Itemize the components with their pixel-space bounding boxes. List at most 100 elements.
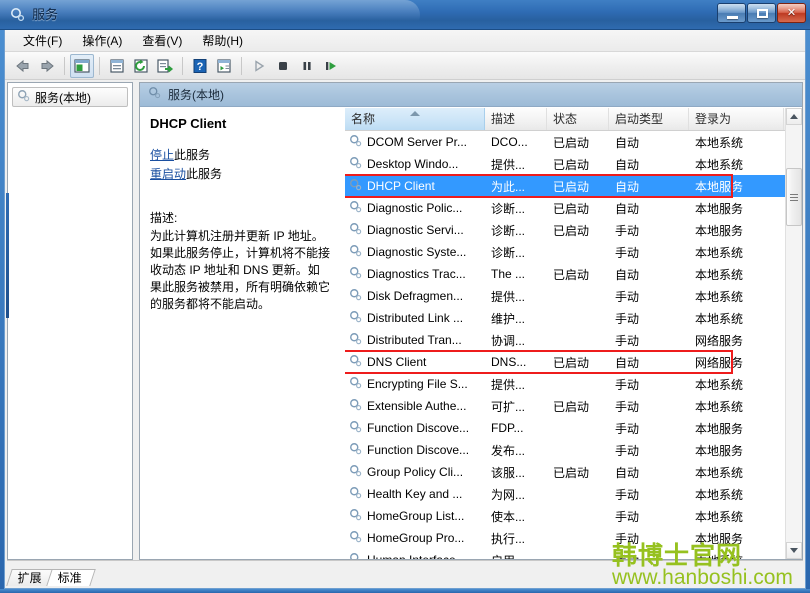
help-icon[interactable]: ?	[188, 54, 212, 78]
cell-status: 已启动	[553, 157, 590, 172]
properties-icon[interactable]	[105, 54, 129, 78]
column-header-label: 状态	[553, 112, 578, 126]
cell-name: Function Discove...	[345, 420, 485, 437]
stop-service-action[interactable]: 停止此服务	[150, 147, 330, 164]
service-name-label: Disk Defragmen...	[367, 289, 464, 303]
cell-desc: DCO...	[491, 135, 528, 149]
table-row[interactable]: Distributed Tran... 协调... 手动 网络服务	[345, 329, 785, 351]
tab-standard[interactable]: 标准	[46, 569, 96, 586]
vertical-scrollbar[interactable]	[785, 108, 802, 559]
table-row[interactable]: Diagnostic Servi... 诊断... 已启动 手动 本地服务	[345, 219, 785, 241]
export-list-icon[interactable]	[153, 54, 177, 78]
start-service-icon[interactable]	[247, 54, 271, 78]
cell-startup: 手动	[615, 509, 640, 524]
service-name-label: Diagnostics Trac...	[367, 267, 466, 281]
show-console-tree-icon[interactable]	[70, 53, 94, 78]
table-row[interactable]: Function Discove... 发布... 手动 本地服务	[345, 439, 785, 461]
show-action-pane-icon[interactable]	[212, 54, 236, 78]
column-header-4[interactable]: 登录为	[689, 108, 784, 130]
column-header-1[interactable]: 描述	[485, 108, 547, 130]
table-row[interactable]: HomeGroup List... 使本... 手动 本地系统	[345, 505, 785, 527]
cell-logon: 本地系统	[695, 157, 744, 172]
column-header-2[interactable]: 状态	[547, 108, 609, 130]
table-row[interactable]: Group Policy Cli... 该服... 已启动 自动 本地系统	[345, 461, 785, 483]
cell-desc: 发布...	[491, 443, 526, 458]
stop-service-suffix: 此服务	[174, 148, 211, 162]
cell-startup: 手动	[615, 443, 640, 458]
restart-service-link[interactable]: 重启动	[150, 167, 186, 181]
cell-startup: 手动	[615, 487, 640, 502]
table-row[interactable]: Human Interface 启用 手动本地系统	[345, 549, 785, 559]
minimize-button[interactable]	[717, 3, 746, 23]
table-row[interactable]: DNS Client DNS... 已启动 自动 网络服务	[345, 351, 785, 373]
table-row[interactable]: Diagnostics Trac... The ... 已启动 自动 本地系统	[345, 263, 785, 285]
title-bar[interactable]: 服务 ✕	[0, 0, 810, 30]
table-row[interactable]: Encrypting File S... 提供... 手动 本地系统	[345, 373, 785, 395]
pause-service-icon[interactable]	[295, 54, 319, 78]
service-name-label: Extensible Authe...	[367, 399, 467, 413]
client-area: 文件(F) 操作(A) 查看(V) 帮助(H) ? 服务(本地) 服务(本地) …	[4, 30, 806, 589]
cell-logon: 本地服务	[695, 201, 744, 216]
table-row[interactable]: Function Discove... FDP... 手动 本地服务	[345, 417, 785, 439]
scrollbar-thumb[interactable]	[786, 168, 802, 226]
cell-startup: 手动	[615, 245, 640, 260]
toolbar-separator	[64, 56, 65, 75]
restart-service-action[interactable]: 重启动此服务	[150, 166, 330, 183]
service-gear-icon	[349, 552, 363, 559]
table-row[interactable]: Extensible Authe... 可扩... 已启动 手动 本地系统	[345, 395, 785, 417]
cell-desc: 诊断...	[491, 201, 526, 216]
maximize-button[interactable]	[747, 3, 776, 23]
cell-name: Health Key and ...	[345, 486, 485, 503]
console-tree-pane: 服务(本地)	[6, 82, 133, 560]
scroll-up-arrow-icon[interactable]	[786, 108, 802, 125]
stop-service-link[interactable]: 停止	[150, 148, 174, 162]
scroll-down-arrow-icon[interactable]	[786, 542, 802, 559]
service-gear-icon	[349, 266, 363, 283]
menu-list: 文件(F) 操作(A) 查看(V) 帮助(H)	[5, 30, 805, 52]
menu-file[interactable]: 文件(F)	[13, 30, 72, 52]
cell-startup: 手动	[615, 531, 640, 546]
column-header-3[interactable]: 启动类型	[609, 108, 689, 130]
close-button[interactable]: ✕	[777, 3, 806, 23]
table-row[interactable]: Disk Defragmen... 提供... 手动 本地系统	[345, 285, 785, 307]
cell-logon: 本地系统	[695, 487, 744, 502]
column-header-0[interactable]: 名称	[345, 108, 485, 130]
menu-view[interactable]: 查看(V)	[132, 30, 192, 52]
table-row[interactable]: Desktop Windo... 提供... 已启动 自动 本地系统	[345, 153, 785, 175]
cell-logon: 本地服务	[695, 443, 744, 458]
forward-arrow-icon[interactable]	[35, 54, 59, 78]
cell-name: Disk Defragmen...	[345, 288, 485, 305]
refresh-icon[interactable]	[129, 54, 153, 78]
cell-name: Desktop Windo...	[345, 156, 485, 173]
services-gear-icon	[148, 86, 162, 103]
back-arrow-icon[interactable]	[11, 54, 35, 78]
service-name-label: DHCP Client	[367, 179, 435, 193]
service-name-label: Function Discove...	[367, 443, 470, 457]
description-label: 描述:	[150, 211, 178, 225]
cell-startup: 手动	[615, 311, 640, 326]
table-row[interactable]: Distributed Link ... 维护... 手动 本地系统	[345, 307, 785, 329]
table-row[interactable]: DCOM Server Pr... DCO... 已启动 自动 本地系统	[345, 131, 785, 153]
table-row[interactable]: DHCP Client 为此... 已启动 自动 本地服务	[345, 175, 785, 197]
table-row[interactable]: Diagnostic Polic... 诊断... 已启动 自动 本地服务	[345, 197, 785, 219]
service-gear-icon	[349, 376, 363, 393]
restart-service-icon[interactable]	[319, 54, 343, 78]
scrollbar-grip-icon	[790, 193, 798, 201]
cell-startup: 自动	[615, 135, 640, 150]
cell-desc: The ...	[491, 267, 526, 281]
service-gear-icon	[349, 310, 363, 327]
table-row[interactable]: Diagnostic Syste... 诊断... 手动 本地系统	[345, 241, 785, 263]
menu-help[interactable]: 帮助(H)	[192, 30, 253, 52]
cell-logon: 本地系统	[695, 311, 744, 326]
tree-item-services-local[interactable]: 服务(本地)	[12, 87, 128, 107]
cell-startup: 自动	[615, 355, 640, 370]
table-row[interactable]: HomeGroup Pro... 执行... 手动 本地服务	[345, 527, 785, 549]
cell-logon: 本地服务	[695, 421, 744, 436]
tree-item-label: 服务(本地)	[35, 90, 91, 105]
stop-service-icon[interactable]	[271, 54, 295, 78]
table-row[interactable]: Health Key and ... 为网... 手动 本地系统	[345, 483, 785, 505]
cell-name: Human Interface	[345, 552, 485, 559]
cell-desc: 提供...	[491, 157, 526, 172]
menu-action[interactable]: 操作(A)	[72, 30, 132, 52]
cell-desc: 可扩...	[491, 399, 526, 414]
